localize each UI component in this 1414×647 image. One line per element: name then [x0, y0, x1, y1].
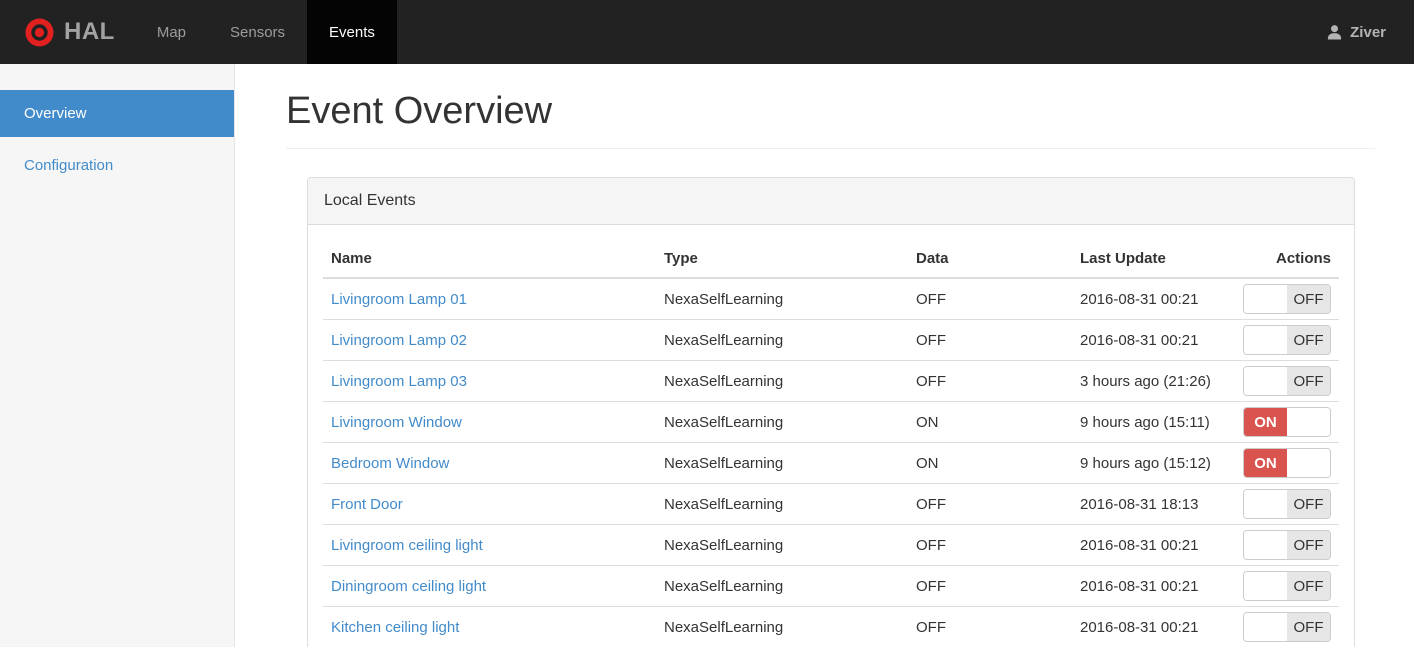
event-link[interactable]: Kitchen ceiling light — [331, 619, 459, 636]
local-events-panel: Local Events Name Type Data Last Update … — [307, 177, 1355, 647]
toggle-state-label: OFF — [1287, 531, 1330, 559]
last-update-cell: 2016-08-31 00:21 — [1072, 606, 1233, 647]
sidebar: Overview Configuration — [0, 64, 235, 647]
data-cell: OFF — [908, 606, 1072, 647]
last-update-cell: 3 hours ago (21:26) — [1072, 360, 1233, 402]
event-link[interactable]: Livingroom Lamp 01 — [331, 291, 467, 308]
data-cell: OFF — [908, 360, 1072, 402]
toggle-handle — [1244, 326, 1287, 354]
action-toggle[interactable]: OFF — [1243, 489, 1331, 519]
page-title: Event Overview — [286, 90, 1375, 149]
action-toggle[interactable]: OFF — [1243, 325, 1331, 355]
table-row: Front Door NexaSelfLearning OFF 2016-08-… — [323, 483, 1339, 525]
type-cell: NexaSelfLearning — [656, 442, 908, 484]
action-toggle[interactable]: OFF — [1243, 366, 1331, 396]
action-toggle[interactable]: ON — [1243, 448, 1331, 478]
last-update-cell: 9 hours ago (15:12) — [1072, 442, 1233, 484]
sidebar-item-configuration[interactable]: Configuration — [0, 142, 234, 189]
nav-item-sensors[interactable]: Sensors — [208, 0, 307, 64]
toggle-state-label: OFF — [1287, 490, 1330, 518]
type-cell: NexaSelfLearning — [656, 483, 908, 525]
table-row: Bedroom Window NexaSelfLearning ON 9 hou… — [323, 442, 1339, 484]
toggle-handle — [1244, 490, 1287, 518]
nav-item-map[interactable]: Map — [135, 0, 208, 64]
brand[interactable]: HAL — [0, 0, 135, 64]
event-link[interactable]: Diningroom ceiling light — [331, 578, 486, 595]
navbar-user[interactable]: Ziver — [1326, 0, 1414, 64]
table-row: Livingroom ceiling light NexaSelfLearnin… — [323, 524, 1339, 566]
nav-item-events[interactable]: Events — [307, 0, 397, 64]
col-header-type: Type — [656, 240, 908, 279]
action-toggle[interactable]: OFF — [1243, 530, 1331, 560]
sidebar-item-overview[interactable]: Overview — [0, 90, 234, 137]
col-header-data: Data — [908, 240, 1072, 279]
col-header-last-update: Last Update — [1072, 240, 1233, 279]
event-link[interactable]: Bedroom Window — [331, 455, 449, 472]
toggle-state-label: OFF — [1287, 285, 1330, 313]
type-cell: NexaSelfLearning — [656, 319, 908, 361]
event-link[interactable]: Front Door — [331, 496, 403, 513]
main-content: Event Overview Local Events Name Type Da… — [236, 64, 1414, 647]
action-toggle[interactable]: OFF — [1243, 612, 1331, 642]
events-table: Name Type Data Last Update Actions Livin… — [323, 240, 1339, 647]
toggle-state-label: OFF — [1287, 572, 1330, 600]
table-row: Livingroom Lamp 02 NexaSelfLearning OFF … — [323, 319, 1339, 361]
type-cell: NexaSelfLearning — [656, 360, 908, 402]
last-update-cell: 2016-08-31 18:13 — [1072, 483, 1233, 525]
last-update-cell: 2016-08-31 00:21 — [1072, 565, 1233, 607]
action-toggle[interactable]: OFF — [1243, 284, 1331, 314]
type-cell: NexaSelfLearning — [656, 401, 908, 443]
type-cell: NexaSelfLearning — [656, 278, 908, 320]
username-label: Ziver — [1350, 23, 1386, 41]
event-link[interactable]: Livingroom Lamp 03 — [331, 373, 467, 390]
toggle-handle — [1244, 613, 1287, 641]
table-row: Kitchen ceiling light NexaSelfLearning O… — [323, 606, 1339, 647]
event-link[interactable]: Livingroom Window — [331, 414, 462, 431]
last-update-cell: 2016-08-31 00:21 — [1072, 524, 1233, 566]
last-update-cell: 2016-08-31 00:21 — [1072, 278, 1233, 320]
navbar: HAL Map Sensors Events Ziver — [0, 0, 1414, 64]
panel-heading: Local Events — [308, 178, 1354, 225]
last-update-cell: 2016-08-31 00:21 — [1072, 319, 1233, 361]
toggle-state-label: OFF — [1287, 326, 1330, 354]
type-cell: NexaSelfLearning — [656, 565, 908, 607]
event-link[interactable]: Livingroom ceiling light — [331, 537, 483, 554]
toggle-handle — [1244, 285, 1287, 313]
type-cell: NexaSelfLearning — [656, 606, 908, 647]
toggle-handle — [1287, 408, 1330, 436]
toggle-state-label: ON — [1244, 449, 1287, 477]
table-row: Livingroom Window NexaSelfLearning ON 9 … — [323, 401, 1339, 443]
toggle-state-label: OFF — [1287, 367, 1330, 395]
data-cell: ON — [908, 442, 1072, 484]
last-update-cell: 9 hours ago (15:11) — [1072, 401, 1233, 443]
data-cell: OFF — [908, 319, 1072, 361]
user-icon — [1326, 24, 1343, 41]
table-row: Livingroom Lamp 01 NexaSelfLearning OFF … — [323, 278, 1339, 320]
action-toggle[interactable]: ON — [1243, 407, 1331, 437]
col-header-actions: Actions — [1233, 240, 1339, 279]
hal-logo-icon — [24, 17, 55, 48]
data-cell: OFF — [908, 483, 1072, 525]
toggle-handle — [1244, 572, 1287, 600]
type-cell: NexaSelfLearning — [656, 524, 908, 566]
panel-body: Name Type Data Last Update Actions Livin… — [308, 225, 1354, 647]
table-row: Diningroom ceiling light NexaSelfLearnin… — [323, 565, 1339, 607]
data-cell: OFF — [908, 524, 1072, 566]
toggle-handle — [1244, 367, 1287, 395]
action-toggle[interactable]: OFF — [1243, 571, 1331, 601]
col-header-name: Name — [323, 240, 656, 279]
brand-label: HAL — [64, 18, 115, 45]
toggle-handle — [1244, 531, 1287, 559]
data-cell: OFF — [908, 565, 1072, 607]
toggle-state-label: ON — [1244, 408, 1287, 436]
event-link[interactable]: Livingroom Lamp 02 — [331, 332, 467, 349]
toggle-state-label: OFF — [1287, 613, 1330, 641]
main-nav: Map Sensors Events — [135, 0, 397, 64]
table-header-row: Name Type Data Last Update Actions — [323, 240, 1339, 279]
data-cell: ON — [908, 401, 1072, 443]
toggle-handle — [1287, 449, 1330, 477]
data-cell: OFF — [908, 278, 1072, 320]
table-row: Livingroom Lamp 03 NexaSelfLearning OFF … — [323, 360, 1339, 402]
